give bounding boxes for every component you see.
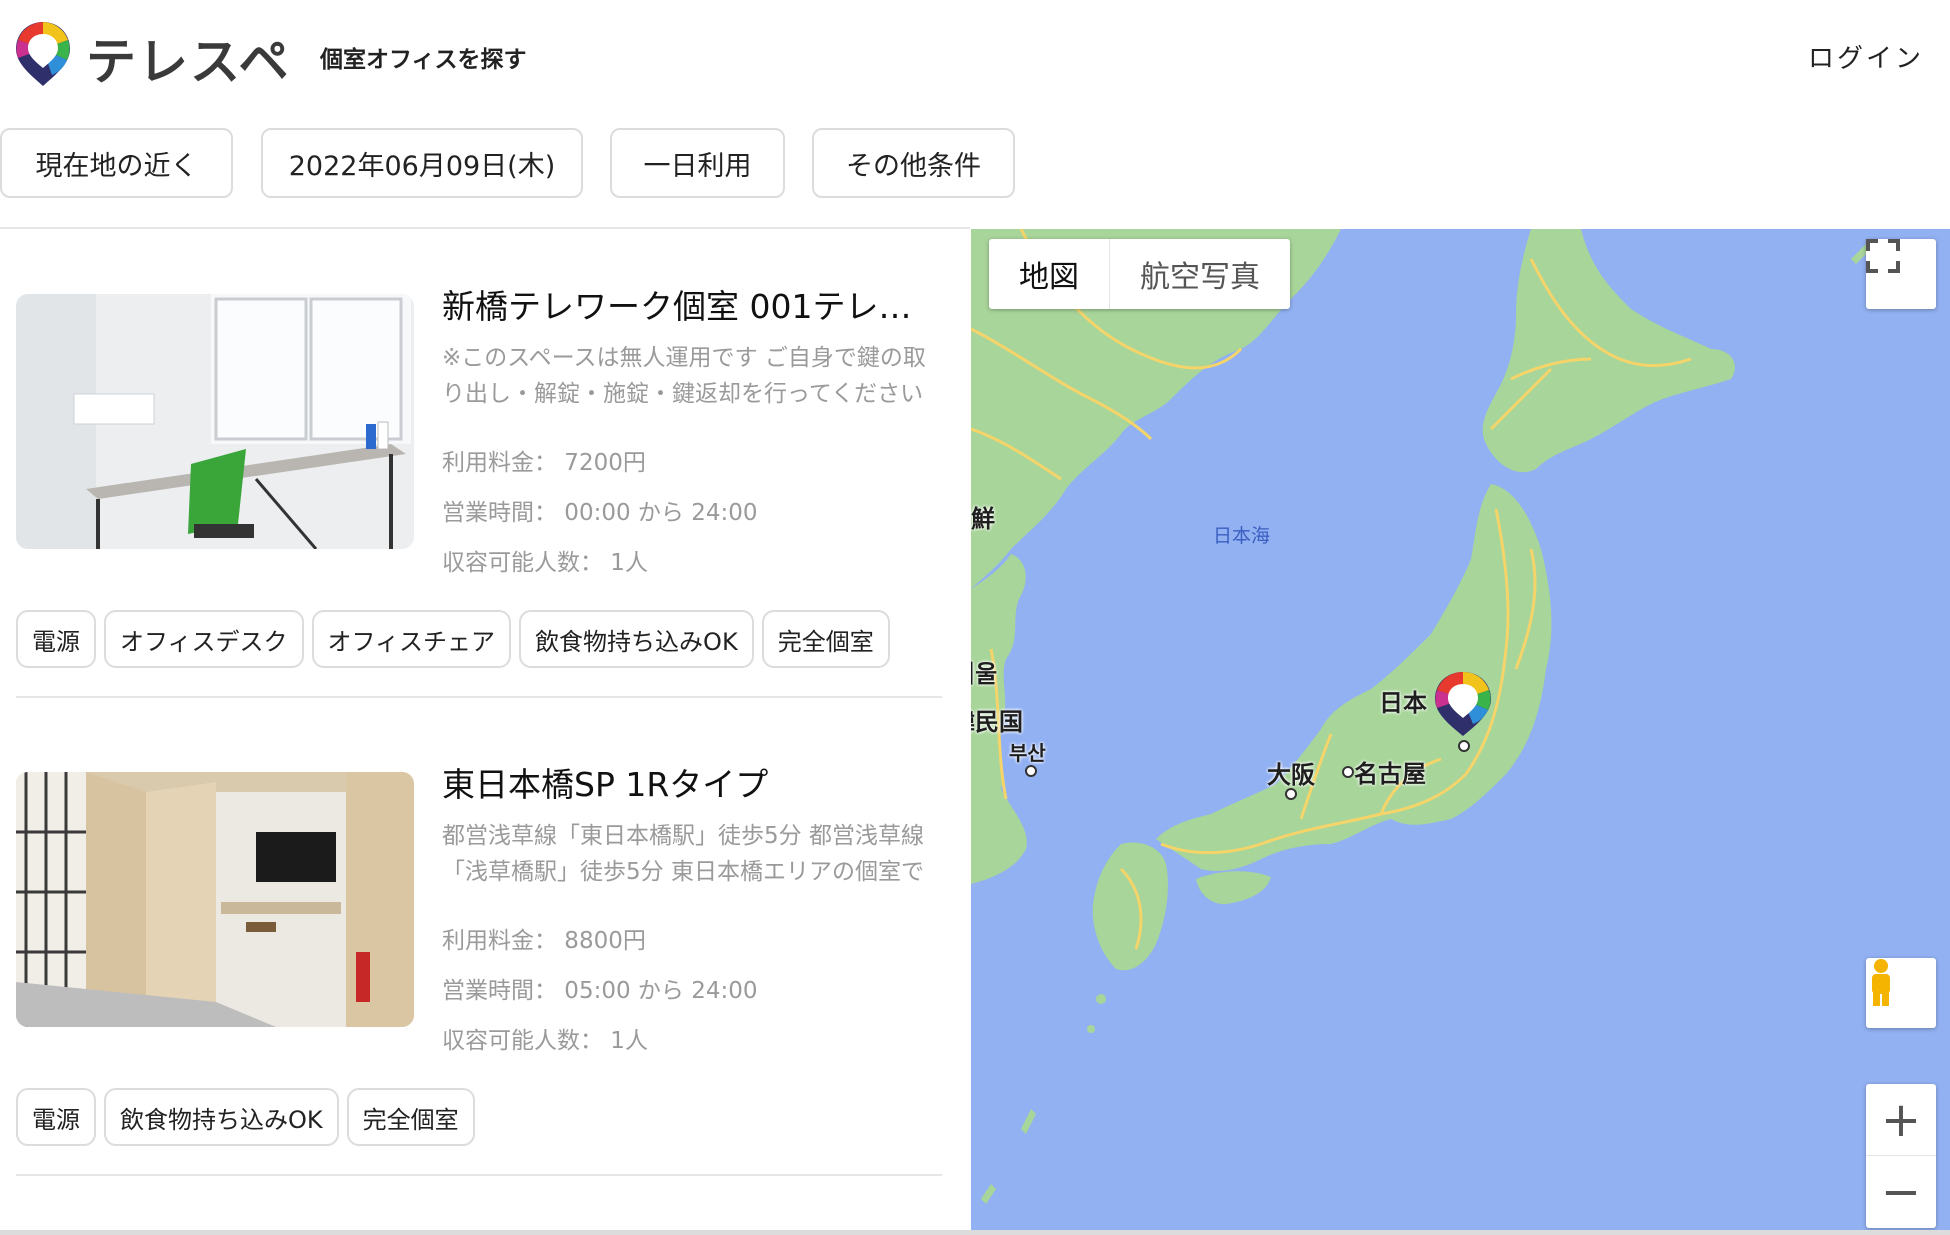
- listing-capacity: 収容可能人数： 1人: [442, 550, 648, 576]
- listing-divider: [16, 696, 942, 698]
- telespe-logo-icon[interactable]: [14, 20, 72, 88]
- zoom-controls: + −: [1866, 1084, 1936, 1228]
- listing-title[interactable]: 新橋テレワーク個室 001テレワーク個室: [442, 280, 942, 328]
- listing-price: 利用料金： 7200円: [442, 450, 646, 476]
- listing-hours: 営業時間： 00:00 から 24:00: [442, 500, 758, 526]
- tag-private-room: 完全個室: [761, 610, 890, 668]
- map-type-switcher: 地図 航空写真: [989, 239, 1290, 309]
- filter-usage-duration[interactable]: 一日利用: [610, 128, 785, 198]
- map-label-seoul: 서울: [971, 660, 998, 688]
- map-label-busan: 부산: [1009, 741, 1046, 765]
- listing-description: ※このスペースは無人運用です ご自身で鍵の取り出し・解錠・施錠・鍵返却を行ってく…: [442, 345, 926, 407]
- listing-price: 利用料金： 8800円: [442, 928, 646, 954]
- map-label-nagoya: 名古屋: [1354, 760, 1426, 788]
- street-view-pegman-icon[interactable]: [1866, 958, 1936, 1028]
- listing-photo[interactable]: [16, 772, 414, 1027]
- search-private-office-link[interactable]: 個室オフィスを探す: [320, 40, 527, 74]
- map-label-north: 鮮: [971, 505, 995, 533]
- map-canvas: [971, 229, 1876, 1204]
- tag-private-room: 完全個室: [346, 1088, 475, 1146]
- filter-date[interactable]: 2022年06月09日(木): [261, 128, 583, 198]
- listing-capacity: 収容可能人数： 1人: [442, 1028, 648, 1054]
- listing-tags: 電源 飲食物持ち込みOK 完全個室: [16, 1088, 475, 1146]
- fullscreen-icon[interactable]: [1866, 239, 1936, 309]
- map-label-sea: 日本海: [1213, 525, 1271, 547]
- map-type-map-button[interactable]: 地図: [989, 239, 1110, 309]
- filter-near-current-location[interactable]: 現在地の近く: [0, 128, 233, 198]
- listing-photo[interactable]: [16, 294, 414, 549]
- tag-power: 電源: [16, 610, 96, 668]
- filter-other-conditions[interactable]: その他条件: [812, 128, 1015, 198]
- login-link[interactable]: ログイン: [1808, 38, 1924, 75]
- header: テレスペ 個室オフィスを探す ログイン: [0, 0, 1950, 112]
- header-divider: [0, 227, 970, 229]
- map-label-korea: 韓民国: [971, 708, 1023, 736]
- listing-description: 都営浅草線「東日本橋駅」徒歩5分 都営浅草線「浅草橋駅」徒歩5分 東日本橋エリア…: [442, 823, 924, 885]
- listing-title[interactable]: 東日本橋SP 1Rタイプ: [442, 758, 942, 806]
- tag-food-ok: 飲食物持ち込みOK: [104, 1088, 339, 1146]
- bottom-scrollbar[interactable]: [0, 1230, 1950, 1235]
- brand-name[interactable]: テレスペ: [86, 22, 291, 94]
- listing-tags: 電源 オフィスデスク オフィスチェア 飲食物持ち込みOK 完全個室: [16, 610, 890, 668]
- listing-hours: 営業時間： 05:00 から 24:00: [442, 978, 758, 1004]
- zoom-out-button[interactable]: −: [1866, 1156, 1936, 1228]
- tag-office-chair: オフィスチェア: [311, 610, 512, 668]
- tag-food-ok: 飲食物持ち込みOK: [519, 610, 754, 668]
- tag-power: 電源: [16, 1088, 96, 1146]
- map-label-osaka: 大阪: [1267, 761, 1315, 789]
- zoom-in-button[interactable]: +: [1866, 1084, 1936, 1156]
- map-label-japan: 日本: [1379, 689, 1427, 717]
- tag-office-desk: オフィスデスク: [104, 610, 304, 668]
- map-view[interactable]: 地図 航空写真 + − 日本海 日本 大阪 名古屋 부산 서울 韓民国 鮮: [971, 229, 1950, 1235]
- map-type-satellite-button[interactable]: 航空写真: [1110, 239, 1290, 309]
- listing-divider: [16, 1174, 942, 1176]
